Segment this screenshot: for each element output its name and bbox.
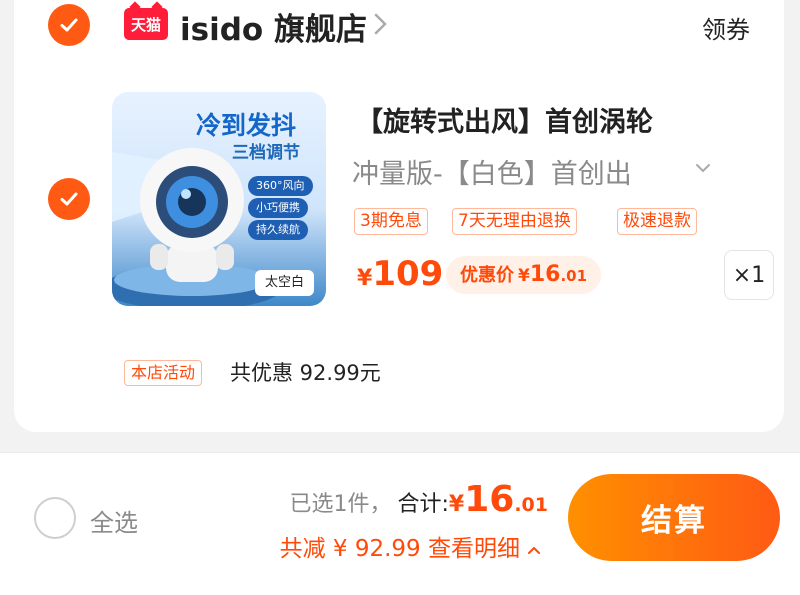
image-variant-chip: 太空白	[254, 270, 314, 296]
store-cart-card: 天猫 isido 旗舰店 领券 冷到发抖 三档调节 360°风向 小巧便携 持久…	[14, 0, 784, 432]
product-title[interactable]: 【旋转式出风】首创涡轮	[356, 100, 653, 139]
price-value: 109	[372, 254, 444, 294]
item-checkbox-checked[interactable]	[48, 178, 90, 220]
tmall-logo: 天猫	[124, 8, 168, 40]
store-activity-text[interactable]: 共优惠 92.99元	[230, 357, 381, 387]
store-checkbox-checked[interactable]	[48, 4, 90, 46]
savings-detail-link[interactable]: 共减 ¥ 92.99 查看明细	[280, 529, 542, 563]
quantity-button[interactable]: ×1	[724, 250, 774, 300]
image-subline: 三档调节	[232, 143, 300, 163]
image-feature-chip: 小巧便携	[248, 198, 308, 218]
promo-label: 优惠价	[460, 265, 514, 286]
promo-integer: 16	[529, 262, 561, 287]
image-feature-chip: 360°风向	[248, 176, 313, 196]
service-tag-return: 7天无理由退换	[452, 208, 577, 235]
image-feature-chip: 持久续航	[248, 220, 308, 240]
chevron-right-icon[interactable]	[370, 10, 392, 38]
variant-selector[interactable]: 冲量版-【白色】首创出	[352, 152, 632, 191]
promo-price-badge: 优惠价 ¥16.01	[446, 256, 602, 294]
select-all-checkbox[interactable]	[34, 497, 76, 539]
chevron-down-icon[interactable]	[694, 161, 712, 175]
service-tag-refund: 极速退款	[617, 208, 697, 235]
savings-text: 共减 ¥ 92.99 查看明细	[279, 536, 520, 562]
checkout-bar: 全选 已选1件， 合计:¥16.01 共减 ¥ 92.99 查看明细 结算	[0, 452, 800, 595]
service-tag-installment: 3期免息	[354, 208, 428, 235]
total-integer: 16	[464, 479, 515, 520]
price-currency: ¥	[357, 266, 373, 291]
selected-count: 已选1件，	[289, 492, 392, 517]
total-summary: 已选1件， 合计:¥16.01	[289, 479, 548, 520]
chevron-up-icon	[528, 546, 540, 554]
checkmark-icon	[60, 18, 78, 32]
get-coupon-button[interactable]: 领券	[702, 10, 750, 45]
promo-decimal: .01	[560, 267, 588, 285]
original-price: ¥109	[357, 254, 443, 294]
product-image[interactable]: 冷到发抖 三档调节 360°风向 小巧便携 持久续航 太空白	[112, 92, 326, 306]
checkmark-icon	[60, 192, 78, 206]
checkout-button[interactable]: 结算	[568, 474, 780, 561]
total-label: 合计:	[397, 492, 449, 517]
select-all-label[interactable]: 全选	[90, 503, 138, 538]
promo-currency: ¥	[518, 266, 530, 286]
store-name-link[interactable]: isido 旗舰店	[180, 4, 367, 49]
total-currency: ¥	[448, 492, 465, 517]
total-decimal: .01	[514, 494, 548, 516]
store-activity-badge: 本店活动	[124, 360, 203, 386]
image-headline: 冷到发抖	[196, 111, 297, 140]
